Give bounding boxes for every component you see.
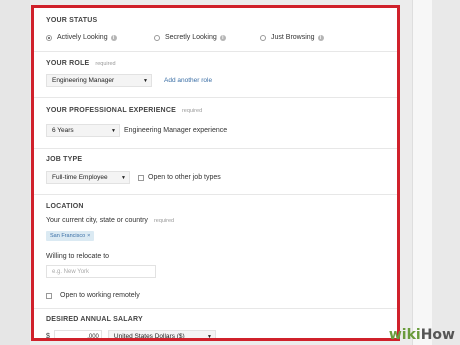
status-option-just-browsing[interactable]: Just Browsing i [260,34,324,41]
radio-selected-icon[interactable] [46,34,52,41]
salary-amount-input[interactable]: ,000 [53,330,102,340]
info-icon[interactable]: i [317,34,324,41]
role-heading-row: YOUR ROLE required [46,60,391,67]
info-icon[interactable]: i [110,34,117,41]
current-location-label: Your current city, state or country [46,217,148,224]
experience-heading: YOUR PROFESSIONAL EXPERIENCE [46,107,176,114]
remote-row: Open to working remotely [46,292,391,299]
currency-symbol: $ [46,333,50,340]
salary-row: $ ,000 United States Dollars ($) ▼ [46,330,391,340]
divider [34,308,397,309]
other-job-types-label: Open to other job types [148,174,221,181]
remove-tag-icon[interactable]: × [87,233,90,239]
salary-heading: DESIRED ANNUAL SALARY [46,316,143,323]
remote-label: Open to working remotely [60,292,140,299]
experience-row: 6 Years ▼ Engineering Manager experience [46,124,391,137]
current-location-row: San Francisco × [46,231,391,241]
relocate-input-row: e.g. New York [46,265,391,278]
other-job-types-checkbox[interactable] [138,174,144,181]
required-label: required [153,217,175,224]
required-label: required [95,60,116,67]
experience-select-value: 6 Years [52,127,74,134]
relocate-label-row: Willing to relocate to [46,253,391,260]
currency-select[interactable]: United States Dollars ($) ▼ [107,330,216,340]
right-sidebar-strip [412,0,433,345]
remote-checkbox[interactable] [46,292,52,299]
status-option-secretly-looking[interactable]: Secretly Looking i [154,34,226,41]
location-heading: LOCATION [46,203,84,210]
watermark-wiki: wiki [388,327,421,343]
job-type-row: Full-time Employee ▼ Open to other job t… [46,171,391,184]
current-location-label-row: Your current city, state or country requ… [46,217,391,224]
dropdown-caret-icon: ▼ [206,333,212,340]
job-type-select-value: Full-time Employee [52,174,108,181]
right-background [432,0,460,345]
location-tag-label: San Francisco [50,233,86,239]
location-tag[interactable]: San Francisco × [46,231,95,241]
role-heading: YOUR ROLE [46,60,90,67]
watermark-how: How [420,327,455,343]
experience-role-label: Engineering Manager experience [124,127,228,134]
job-preferences-form: YOUR STATUS Actively Looking i Secretly … [31,5,400,341]
relocate-input[interactable]: e.g. New York [46,265,156,278]
status-heading: YOUR STATUS [46,17,98,24]
currency-select-value: United States Dollars ($) [113,333,185,340]
dropdown-caret-icon: ▼ [111,127,116,134]
radio-icon[interactable] [260,34,266,41]
job-type-heading: JOB TYPE [46,156,83,163]
info-icon[interactable]: i [219,34,226,41]
dropdown-caret-icon: ▼ [121,174,126,181]
required-label: required [181,107,203,114]
salary-amount-suffix: ,000 [87,333,99,340]
status-option-label: Actively Looking [57,34,108,41]
wikihow-watermark: wiki How [389,327,455,343]
experience-heading-row: YOUR PROFESSIONAL EXPERIENCE required [46,107,391,114]
divider [34,51,397,52]
role-select-value: Engineering Manager [52,77,115,84]
experience-select[interactable]: 6 Years ▼ [46,124,120,137]
status-options: Actively Looking i Secretly Looking i Ju… [46,34,391,44]
role-select[interactable]: Engineering Manager ▼ [46,74,152,87]
relocate-label: Willing to relocate to [46,253,110,260]
status-option-actively-looking[interactable]: Actively Looking i [46,34,117,41]
job-type-select[interactable]: Full-time Employee ▼ [46,171,130,184]
divider [34,148,397,149]
divider [34,194,397,195]
relocate-input-placeholder: e.g. New York [52,268,90,275]
screenshot-stage: YOUR STATUS Actively Looking i Secretly … [0,0,460,345]
role-row: Engineering Manager ▼ Add another role [46,74,391,87]
status-option-label: Secretly Looking [165,34,217,41]
dropdown-caret-icon: ▼ [143,77,148,84]
status-option-label: Just Browsing [271,34,315,41]
left-margin [0,0,30,345]
divider [34,97,397,98]
add-another-role-link[interactable]: Add another role [164,77,212,84]
radio-icon[interactable] [154,34,160,41]
